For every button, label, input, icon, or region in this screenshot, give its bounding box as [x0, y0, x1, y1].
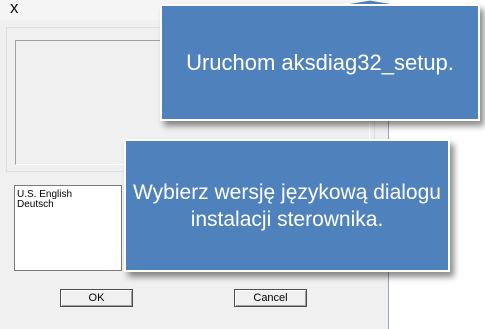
- cancel-button[interactable]: Cancel: [234, 289, 307, 307]
- ok-button[interactable]: OK: [60, 289, 133, 307]
- callout-choose-language-text: Wybierz wersję językową dialogu instalac…: [133, 180, 441, 231]
- callout-run-setup: Uruchom aksdiag32_setup.: [160, 4, 480, 121]
- callout-run-setup-text: Uruchom aksdiag32_setup.: [186, 49, 454, 75]
- close-icon[interactable]: x: [10, 0, 19, 18]
- language-option-german[interactable]: Deutsch: [17, 200, 121, 210]
- callout-choose-language: Wybierz wersję językową dialogu instalac…: [124, 139, 450, 272]
- language-listbox[interactable]: U.S. English Deutsch: [14, 185, 122, 271]
